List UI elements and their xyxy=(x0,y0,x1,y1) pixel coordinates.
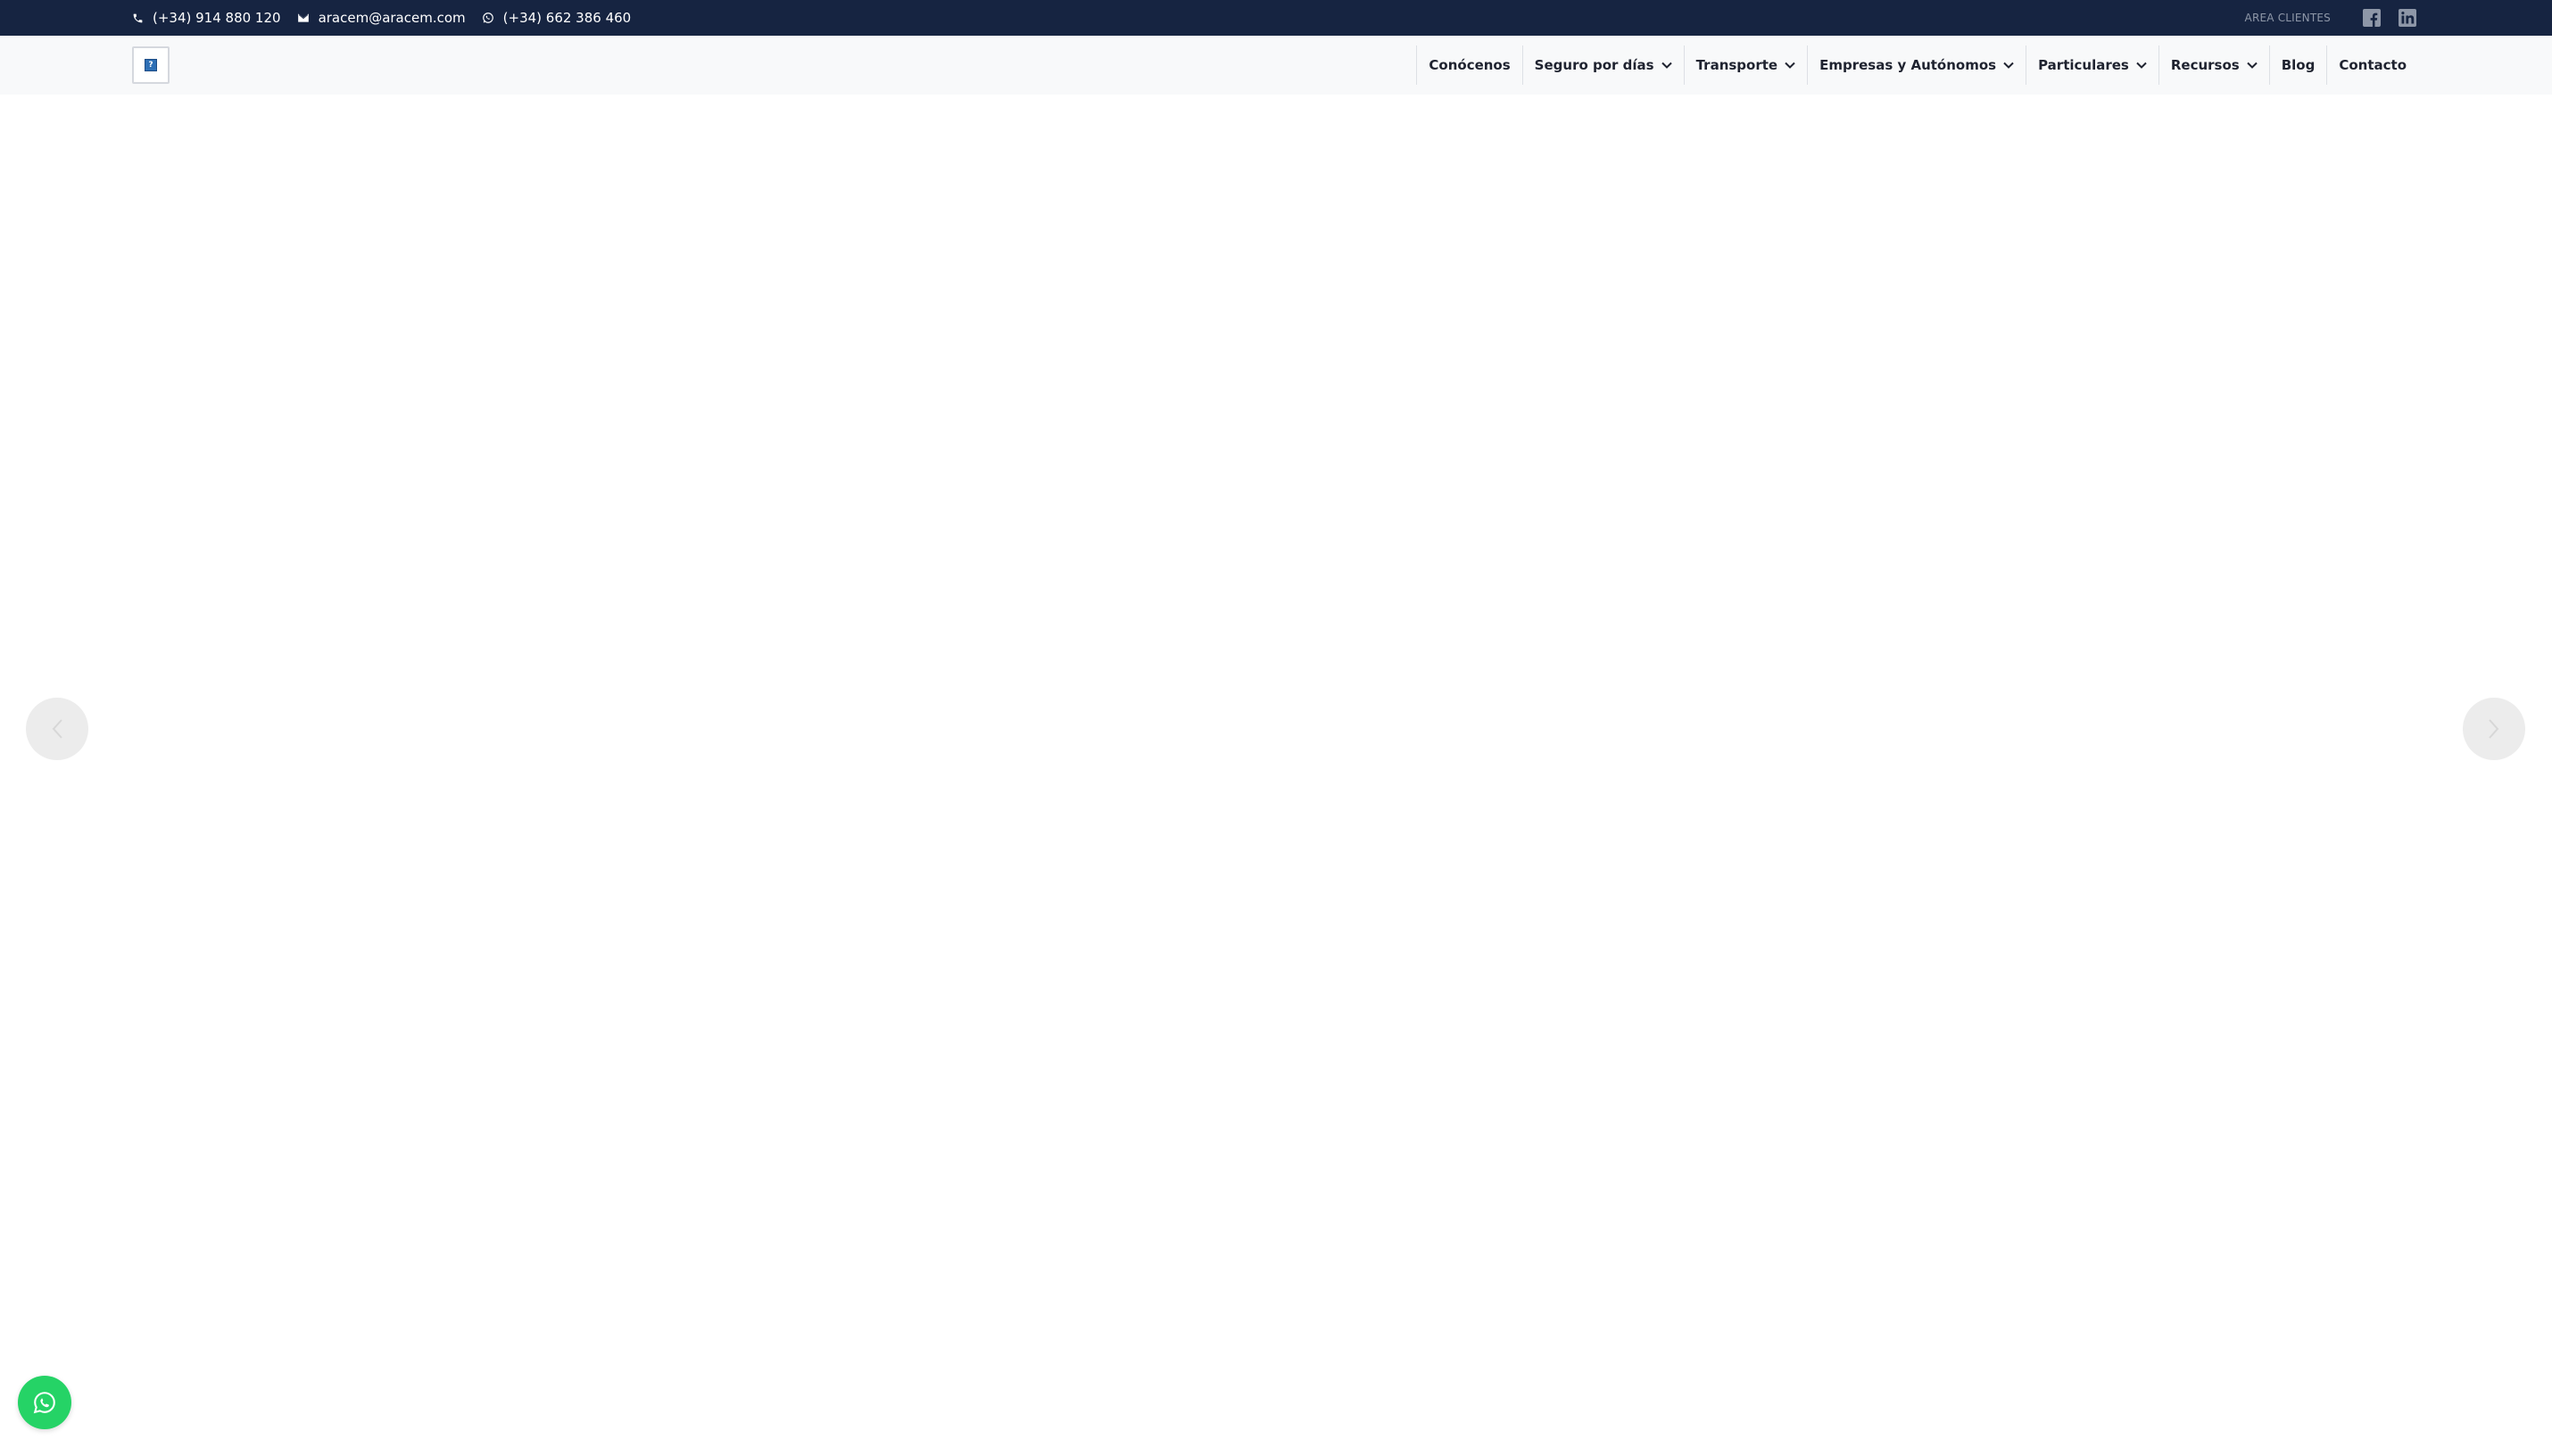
phone-link[interactable]: (+34) 914 880 120 xyxy=(132,10,281,26)
chevron-down-icon xyxy=(1661,62,1672,69)
nav-item-contacto[interactable]: Contacto xyxy=(2326,46,2418,85)
hero-slider xyxy=(0,95,2552,1456)
email-link[interactable]: aracem@aracem.com xyxy=(297,10,466,26)
top-bar: (+34) 914 880 120 aracem@aracem.com (+34… xyxy=(0,0,2552,36)
area-clientes-link[interactable]: AREA CLIENTES xyxy=(2245,12,2331,24)
site-logo[interactable]: ? xyxy=(132,46,170,84)
facebook-icon[interactable] xyxy=(2363,9,2381,27)
chevron-right-icon xyxy=(2489,719,2499,739)
whatsapp-number: (+34) 662 386 460 xyxy=(502,10,632,26)
nav-item-conocenos[interactable]: Conócenos xyxy=(1416,46,1521,85)
phone-icon xyxy=(133,13,143,22)
nav-item-transporte[interactable]: Transporte xyxy=(1683,46,1808,85)
contact-info: (+34) 914 880 120 aracem@aracem.com (+34… xyxy=(132,0,647,36)
chevron-left-icon xyxy=(52,719,62,739)
envelope-icon xyxy=(297,13,309,22)
logo-image: ? xyxy=(145,59,157,71)
nav-item-particulares[interactable]: Particulares xyxy=(2026,46,2158,85)
nav-item-label: Particulares xyxy=(2038,57,2129,73)
chevron-down-icon xyxy=(2003,62,2014,69)
email-address: aracem@aracem.com xyxy=(318,10,466,26)
nav-item-label: Contacto xyxy=(2339,57,2407,73)
nav-item-recursos[interactable]: Recursos xyxy=(2158,46,2269,85)
nav-item-blog[interactable]: Blog xyxy=(2268,46,2327,85)
nav-item-empresas-autonomos[interactable]: Empresas y Autónomos xyxy=(1807,46,2026,85)
slider-next-button[interactable] xyxy=(2463,698,2525,760)
chevron-down-icon xyxy=(2136,62,2147,69)
nav-item-label: Blog xyxy=(2281,57,2316,73)
nav-item-seguro-por-dias[interactable]: Seguro por días xyxy=(1521,46,1684,85)
main-header: ? Conócenos Seguro por días Transporte E… xyxy=(0,36,2552,95)
nav-item-label: Recursos xyxy=(2170,57,2240,73)
whatsapp-link[interactable]: (+34) 662 386 460 xyxy=(482,10,632,26)
nav-item-label: Seguro por días xyxy=(1534,57,1654,73)
slider-prev-button[interactable] xyxy=(26,698,88,760)
phone-number: (+34) 914 880 120 xyxy=(153,10,281,26)
topbar-right: AREA CLIENTES xyxy=(2245,0,2416,36)
whatsapp-float-button[interactable] xyxy=(18,1376,71,1429)
nav-item-label: Empresas y Autónomos xyxy=(1819,57,1997,73)
chevron-down-icon xyxy=(1785,62,1795,69)
linkedin-icon[interactable] xyxy=(2399,9,2416,27)
nav-item-label: Conócenos xyxy=(1429,57,1511,73)
whatsapp-icon xyxy=(33,1392,55,1414)
chevron-down-icon xyxy=(2247,62,2258,69)
whatsapp-small-icon xyxy=(482,12,493,23)
main-menu: Conócenos Seguro por días Transporte Emp… xyxy=(1416,36,2418,95)
nav-item-label: Transporte xyxy=(1695,57,1778,73)
